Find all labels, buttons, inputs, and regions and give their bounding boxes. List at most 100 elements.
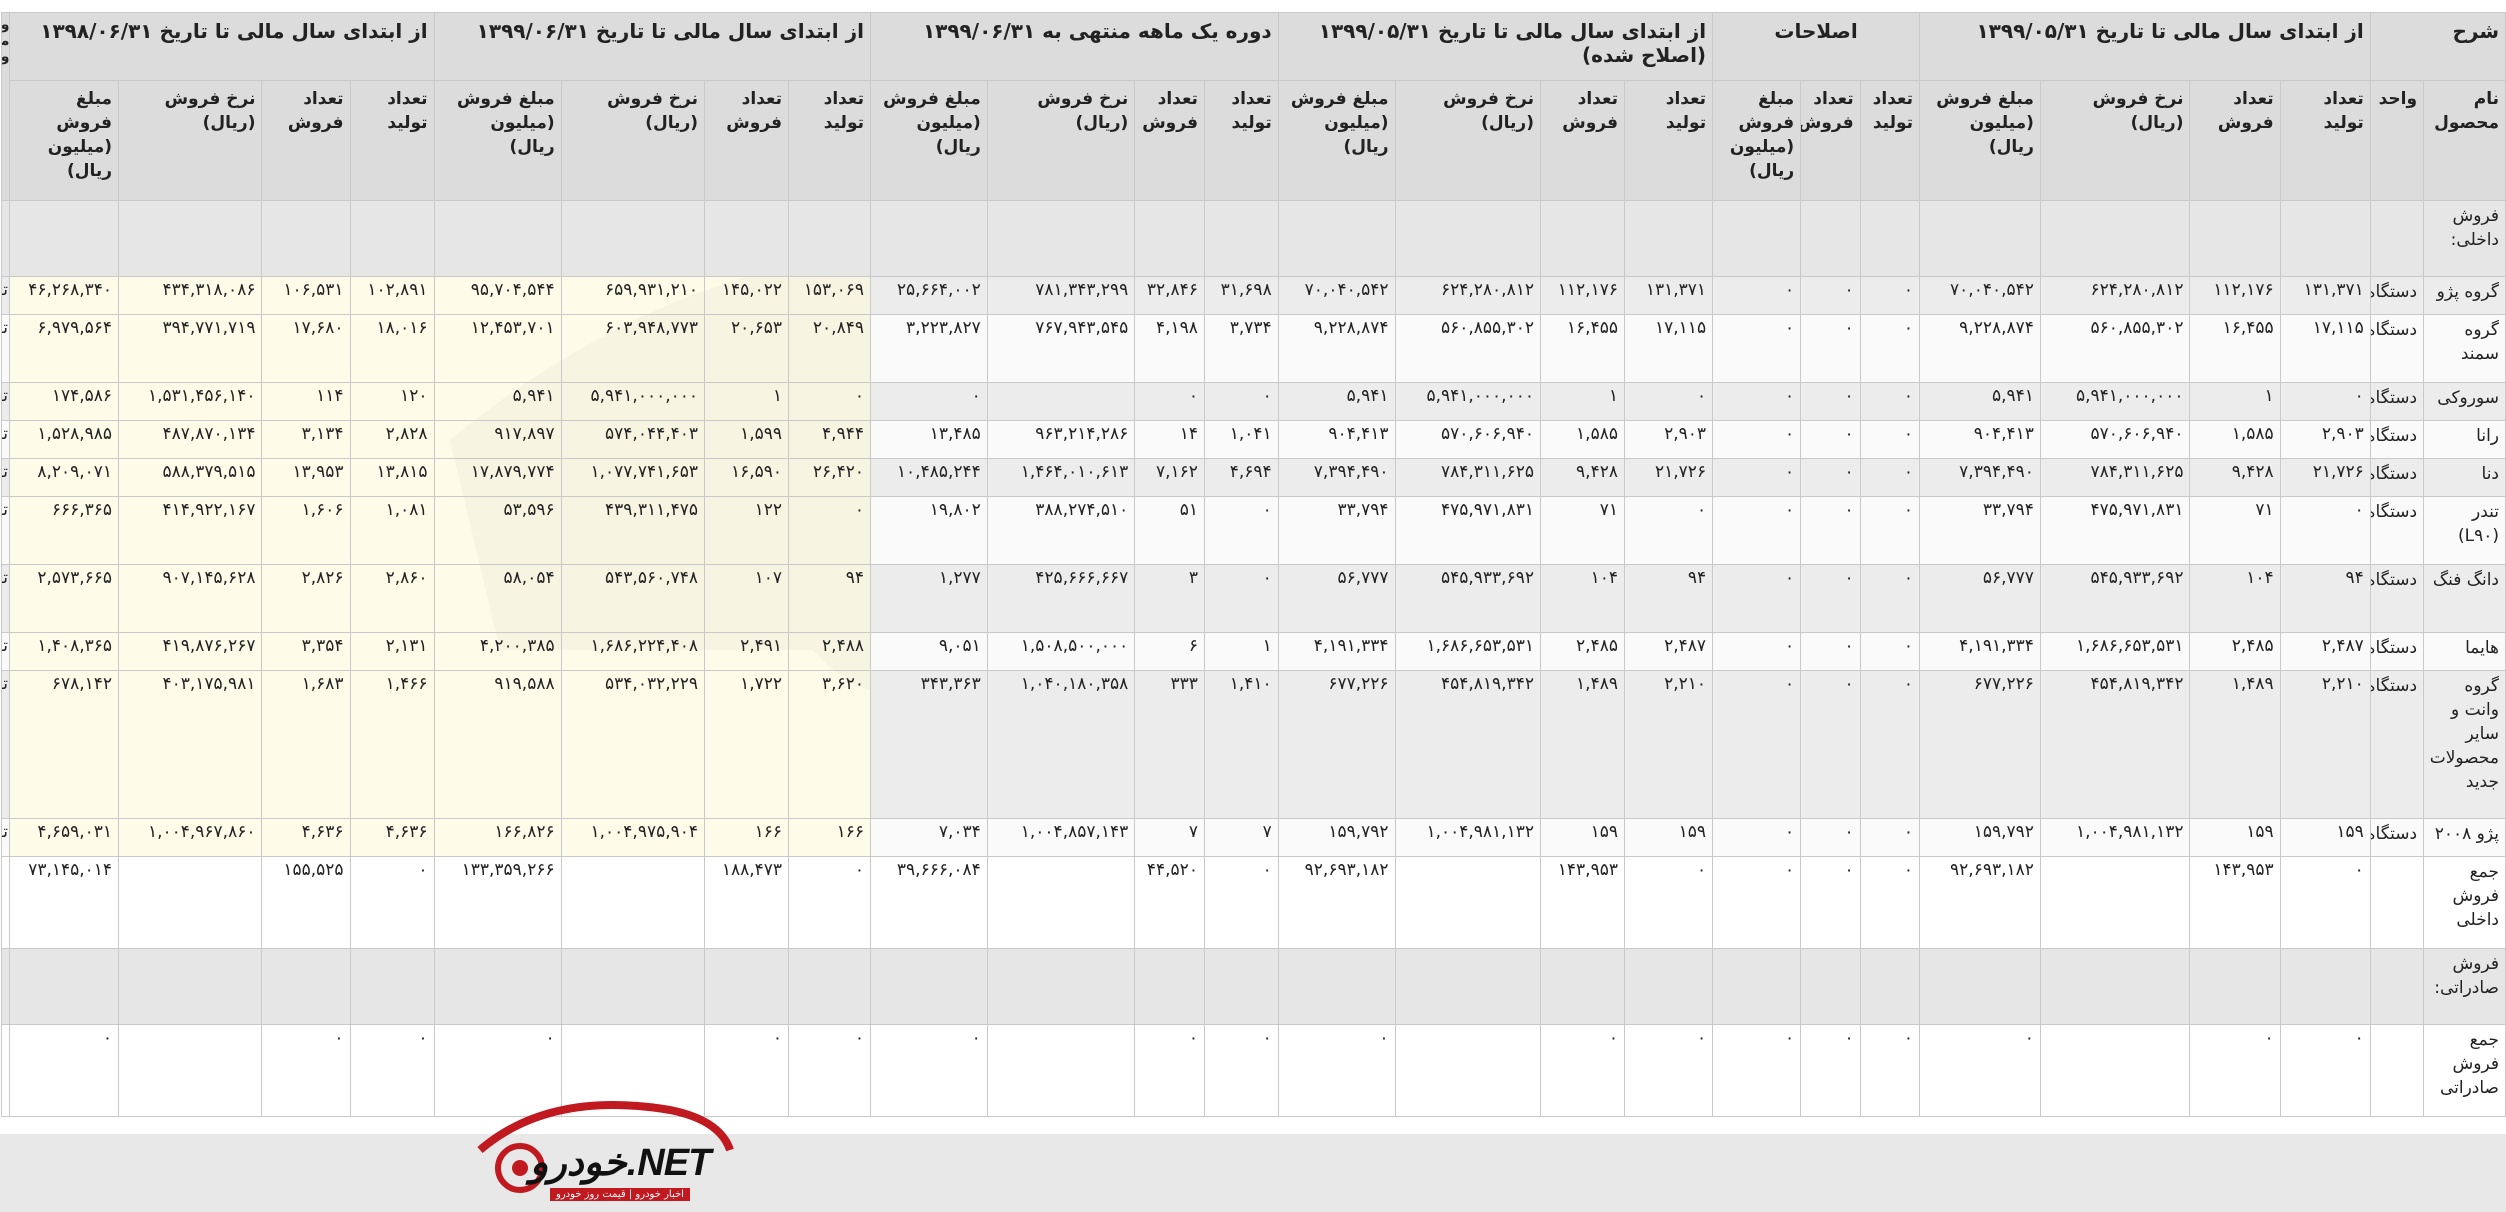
value-cell: ۹۶۳,۲۱۴,۲۸۶: [986, 420, 1136, 459]
section-row: فروش صادراتی:: [0, 948, 2506, 1025]
column-header: تعداد فروش: [1539, 80, 1625, 201]
value-cell: ۴,۱۹۱,۳۳۴: [1919, 632, 2041, 671]
value-cell: ۳,۳۵۴: [261, 632, 351, 671]
value-cell: ۱,۲۷۷: [869, 564, 988, 633]
value-cell: ۰: [869, 1024, 988, 1117]
value-cell: ۱۳,۸۱۵: [349, 458, 435, 497]
value-cell: ۰: [1623, 382, 1714, 421]
empty-cell: [560, 200, 706, 277]
table-row: هایما دستگاه ۲,۴۸۷ ۲,۴۸۵ ۱,۶۸۶,۶۵۳,۵۳۱ ۴,۱۹۱,…: [0, 632, 2506, 671]
status-cell: تولی: [0, 564, 11, 633]
value-cell: ۱,۵۰۸,۵۰۰,۰۰۰: [986, 632, 1136, 671]
empty-cell: [2369, 200, 2425, 277]
value-cell: ۴۶,۲۶۸,۳۴۰: [9, 276, 120, 315]
value-cell: ۹۰۴,۴۱۳: [1919, 420, 2041, 459]
value-cell: ۵۴۳,۵۶۰,۷۴۸: [560, 564, 706, 633]
product-name-cell: رانا: [2423, 420, 2506, 459]
value-cell: ۰: [1712, 314, 1802, 383]
value-cell: ۵,۹۴۱,۰۰۰,۰۰۰: [2039, 382, 2191, 421]
empty-cell: [433, 948, 562, 1025]
value-cell: ۰: [1800, 818, 1861, 857]
value-cell: [986, 1024, 1136, 1117]
empty-cell: [788, 200, 871, 277]
value-cell: ۶۷۷,۲۲۶: [1919, 670, 2041, 819]
table-body: فروش داخلی: گروه پژو دستگاه ۱۳۱,۳۷۱ ۱۱۲,۱۷۶ ۶…: [0, 200, 2506, 1117]
value-cell: ۹,۲۲۸,۸۷۴: [1919, 314, 2041, 383]
value-cell: ۰: [1712, 382, 1802, 421]
column-header: مبلغ فروش (میلیون ریال): [869, 80, 988, 201]
column-header: مبلغ فروش (میلیون ریال): [1712, 80, 1802, 201]
empty-cell: [1859, 200, 1921, 277]
column-header: نرخ فروش (ریال): [560, 80, 706, 201]
group-header: از ابتدای سال مالی تا تاریخ ۱۳۹۹/۰۶/۳۱: [433, 12, 871, 81]
value-cell: ۵۶,۷۷۷: [1919, 564, 2041, 633]
value-cell: ۴۵۴,۸۱۹,۳۴۲: [2039, 670, 2191, 819]
value-cell: ۰: [1800, 856, 1861, 949]
value-cell: ۲,۸۲۶: [261, 564, 351, 633]
value-cell: ۹۴: [1623, 564, 1714, 633]
empty-cell: [1859, 948, 1921, 1025]
column-header: نرخ فروش (ریال): [118, 80, 263, 201]
value-cell: ۱,۰۷۷,۷۴۱,۶۵۳: [560, 458, 706, 497]
value-cell: ۱۳۱,۳۷۱: [2279, 276, 2371, 315]
value-cell: ۰: [1712, 276, 1802, 315]
value-cell: ۰: [869, 382, 988, 421]
value-cell: ۵,۹۴۱,۰۰۰,۰۰۰: [1394, 382, 1541, 421]
value-cell: ۰: [1800, 632, 1861, 671]
value-cell: ۷۱: [1539, 496, 1625, 565]
column-header: تعداد فروش: [1800, 80, 1861, 201]
value-cell: ۱,۰۰۴,۸۵۷,۱۴۳: [986, 818, 1136, 857]
value-cell: ۱۶۶: [788, 818, 871, 857]
value-cell: ۰: [1203, 382, 1279, 421]
value-cell: ۴,۹۴۴: [788, 420, 871, 459]
value-cell: ۰: [1859, 1024, 1921, 1117]
value-cell: ۷۰,۰۴۰,۵۴۲: [1919, 276, 2041, 315]
value-cell: ۲,۹۰۳: [1623, 420, 1714, 459]
product-name-cell: گروه سمند: [2423, 314, 2506, 383]
value-cell: ۰: [1859, 382, 1921, 421]
value-cell: ۰: [1800, 1024, 1861, 1117]
value-cell: ۵۶۰,۸۵۵,۳۰۲: [1394, 314, 1541, 383]
value-cell: ۱۷۴,۵۸۶: [9, 382, 120, 421]
empty-cell: [261, 200, 351, 277]
group-header: از ابتدای سال مالی تا تاریخ ۱۳۹۸/۰۶/۳۱: [9, 12, 435, 81]
value-cell: ۰: [1859, 856, 1921, 949]
group-header: دوره یک ماهه منتهی به ۱۳۹۹/۰۶/۳۱: [869, 12, 1279, 81]
empty-cell: [433, 200, 562, 277]
value-cell: ۴,۱۹۸: [1134, 314, 1205, 383]
value-cell: ۵۳۴,۰۳۲,۲۲۹: [560, 670, 706, 819]
value-cell: ۲,۹۰۳: [2279, 420, 2371, 459]
column-header: مبلغ فروش (میلیون ریال): [1919, 80, 2041, 201]
value-cell: ۹۲,۶۹۳,۱۸۲: [1277, 856, 1396, 949]
value-cell: ۲۰,۶۵۳: [704, 314, 790, 383]
value-cell: ۹,۰۵۱: [869, 632, 988, 671]
value-cell: ۰: [1712, 670, 1802, 819]
total-row: جمع فروش داخلی ۰ ۱۴۳,۹۵۳ ۹۲,۶۹۳,۱۸۲ ۰ ۰ ۰ ۰ ۱۴۳,…: [0, 856, 2506, 949]
empty-cell: [1203, 948, 1279, 1025]
empty-cell: [869, 948, 988, 1025]
value-cell: ۳۹,۶۶۶,۰۸۴: [869, 856, 988, 949]
value-cell: ۷,۱۶۲: [1134, 458, 1205, 497]
value-cell: ۵۷۰,۶۰۶,۹۴۰: [1394, 420, 1541, 459]
value-cell: ۵,۹۴۱,۰۰۰,۰۰۰: [560, 382, 706, 421]
value-cell: ۴,۶۳۶: [261, 818, 351, 857]
value-cell: ۶۲۴,۲۸۰,۸۱۲: [2039, 276, 2191, 315]
empty-cell: [788, 948, 871, 1025]
value-cell: ۱,۶۸۳: [261, 670, 351, 819]
value-cell: ۱۷,۱۱۵: [2279, 314, 2371, 383]
value-cell: ۶۶۶,۳۶۵: [9, 496, 120, 565]
table-row: گروه وانت و سایر محصولات جدید دستگاه ۲,۲۱۰…: [0, 670, 2506, 819]
value-cell: ۹۱۷,۸۹۷: [433, 420, 562, 459]
value-cell: ۱,۴۱۰: [1203, 670, 1279, 819]
value-cell: ۰: [2279, 496, 2371, 565]
value-cell: ۴۰۳,۱۷۵,۹۸۱: [118, 670, 263, 819]
value-cell: ۰: [349, 856, 435, 949]
value-cell: ۵۷۴,۰۴۴,۴۰۳: [560, 420, 706, 459]
value-cell: ۰: [1134, 1024, 1205, 1117]
value-cell: ۳,۶۲۰: [788, 670, 871, 819]
value-cell: [2039, 856, 2191, 949]
value-cell: ۰: [1203, 496, 1279, 565]
value-cell: ۰: [1859, 496, 1921, 565]
value-cell: ۰: [349, 1024, 435, 1117]
group-header-cut: وض محص و: [0, 12, 11, 201]
